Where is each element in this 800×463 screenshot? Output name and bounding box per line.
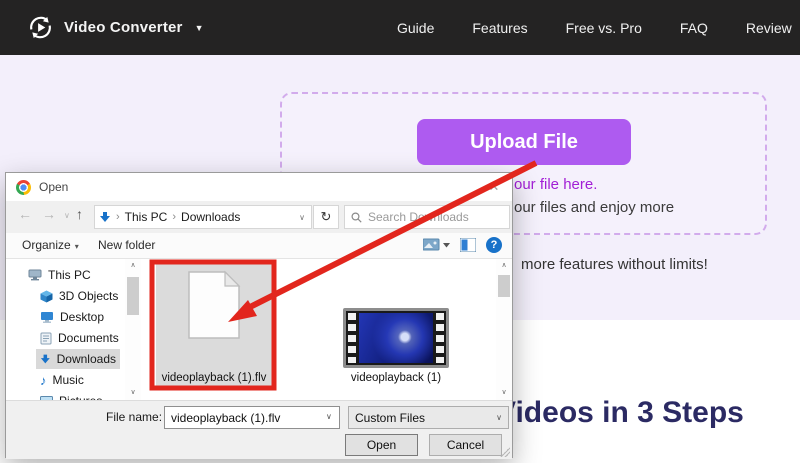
dialog-commandbar: Organize▾ New folder (6, 233, 512, 259)
sidebar-item-documents[interactable]: Documents (36, 328, 123, 348)
search-input[interactable]: Search Downloads (344, 205, 510, 229)
history-chevron-icon[interactable]: ∨ (64, 211, 70, 220)
dialog-title: Open (39, 180, 68, 194)
forward-arrow-icon[interactable]: → (42, 206, 56, 222)
dialog-toolbar: ← → ∨ ↑ › This PC › Downloads ∨ ↻ Sear (6, 201, 512, 233)
downloads-icon (40, 353, 51, 365)
site-header: Video Converter ▼ Guide Features Free vs… (0, 0, 800, 55)
scroll-up-icon[interactable]: ∧ (125, 259, 141, 273)
sidebar-item-desktop[interactable]: Desktop (36, 307, 108, 327)
organize-caret-icon: ▾ (75, 242, 79, 251)
sidebar-item-this-pc[interactable]: This PC (24, 265, 95, 285)
file-name-label: videoplayback (1) (330, 372, 462, 384)
view-caret-icon (443, 242, 450, 248)
sidebar-item-3d-objects[interactable]: 3D Objects (36, 286, 122, 306)
nav-item-guide[interactable]: Guide (397, 20, 434, 36)
page: Video Converter ▼ Guide Features Free vs… (0, 0, 800, 463)
open-file-dialog: Open ✕ ← → ∨ ↑ › This PC › Downloads ∨ ↻ (5, 172, 513, 458)
commandbar-right-icons: ? (423, 237, 502, 253)
search-icon (351, 212, 362, 223)
back-arrow-icon[interactable]: ← (18, 206, 32, 222)
this-pc-icon (28, 269, 42, 281)
cancel-button[interactable]: Cancel (429, 434, 502, 456)
sidebar-item-music[interactable]: ♪ Music (36, 370, 88, 390)
brand[interactable]: Video Converter ▼ (27, 14, 204, 41)
nav-item-review[interactable]: Review (746, 20, 792, 36)
preview-pane-icon[interactable] (460, 238, 476, 252)
document-file-icon (187, 270, 241, 340)
breadcrumb-chevron-icon: › (116, 211, 120, 223)
filelist-scrollbar[interactable]: ∧ ∨ (496, 259, 512, 400)
nav-item-features[interactable]: Features (472, 20, 527, 36)
music-icon: ♪ (40, 373, 47, 388)
brand-name[interactable]: Video Converter (64, 19, 183, 36)
up-arrow-icon[interactable]: ↑ (76, 206, 83, 222)
chrome-icon (16, 180, 31, 195)
video-converter-logo-icon (27, 14, 54, 41)
file-name-field-label: File name: (106, 410, 162, 424)
help-icon[interactable]: ? (486, 237, 502, 253)
breadcrumb-downloads[interactable]: Downloads (181, 210, 240, 224)
drop-hint-text: our file here. (514, 176, 597, 193)
file-type-select[interactable]: Custom Files ∨ (348, 406, 509, 429)
dialog-footer: File name: ∨ Custom Files ∨ Open Cancel (6, 400, 512, 459)
file-item-flv[interactable]: videoplayback (1).flv (156, 264, 272, 388)
scrollbar-thumb[interactable] (498, 275, 510, 297)
sidebar-scrollbar[interactable]: ∧ ∨ (125, 259, 141, 400)
sidebar-item-pictures[interactable]: Pictures (36, 391, 106, 400)
address-bar[interactable]: › This PC › Downloads ∨ (94, 205, 312, 229)
enjoy-text: our files and enjoy more (514, 199, 674, 216)
view-thumbnails-icon[interactable] (423, 238, 450, 252)
site-nav: Guide Features Free vs. Pro FAQ Review (380, 0, 792, 55)
new-folder-button[interactable]: New folder (98, 238, 155, 252)
downloads-folder-icon (99, 211, 111, 223)
organize-button[interactable]: Organize▾ (22, 238, 79, 252)
3d-objects-icon (40, 290, 53, 303)
breadcrumb-this-pc[interactable]: This PC (125, 210, 168, 224)
upload-file-button[interactable]: Upload File (417, 119, 631, 165)
dialog-titlebar[interactable]: Open ✕ (6, 173, 512, 201)
open-button[interactable]: Open (345, 434, 418, 456)
resize-grip[interactable] (500, 447, 510, 457)
scroll-up-icon[interactable]: ∧ (496, 259, 512, 273)
chevron-down-icon[interactable]: ▼ (195, 23, 204, 33)
scroll-down-icon[interactable]: ∨ (125, 386, 141, 400)
features-text: more features without limits! (521, 256, 708, 273)
sidebar-item-downloads[interactable]: Downloads (36, 349, 120, 369)
nav-item-free-vs-pro[interactable]: Free vs. Pro (566, 20, 642, 36)
file-name-input[interactable] (164, 406, 340, 429)
breadcrumb-chevron-icon: › (172, 211, 176, 223)
dialog-body: This PC 3D Objects Desktop Documents Dow… (6, 259, 512, 400)
refresh-icon[interactable]: ↻ (313, 205, 339, 229)
documents-icon (40, 332, 52, 345)
file-item-video[interactable]: videoplayback (1) (330, 264, 462, 388)
address-dropdown-icon[interactable]: ∨ (299, 213, 307, 222)
close-icon[interactable]: ✕ (484, 177, 504, 197)
nav-item-faq[interactable]: FAQ (680, 20, 708, 36)
video-thumbnail (343, 308, 449, 368)
file-name-label: videoplayback (1).flv (156, 372, 272, 384)
search-placeholder: Search Downloads (368, 210, 469, 224)
scrollbar-thumb[interactable] (127, 277, 139, 315)
desktop-icon (40, 311, 54, 323)
page-heading: Videos in 3 Steps (496, 396, 744, 430)
scroll-down-icon[interactable]: ∨ (496, 386, 512, 400)
filetype-dropdown-icon: ∨ (496, 413, 502, 422)
